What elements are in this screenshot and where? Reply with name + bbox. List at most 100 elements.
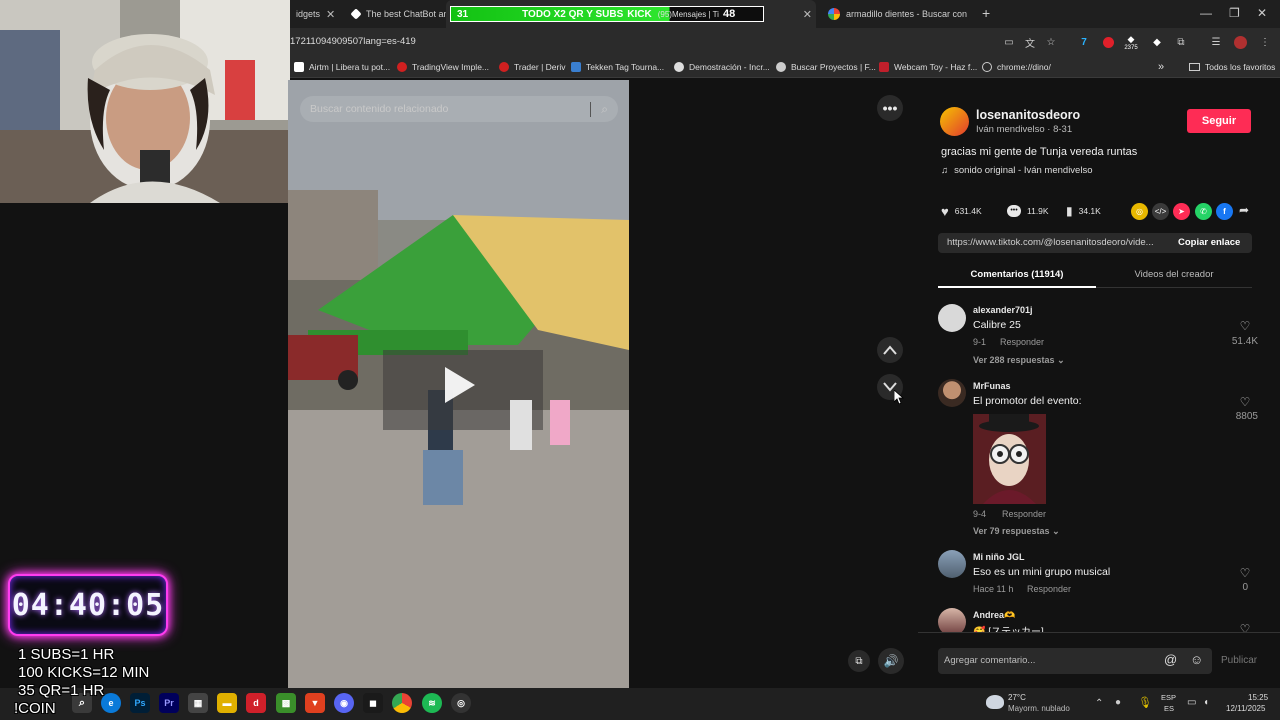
creator-avatar[interactable]: [940, 107, 969, 136]
app-icon[interactable]: ◼: [363, 693, 383, 713]
comment-button[interactable]: ••• 11.9K: [1007, 203, 1049, 219]
more-share-icon[interactable]: ➦: [1239, 203, 1249, 217]
bookmark-item[interactable]: Buscar Proyectos | F...: [776, 58, 876, 76]
comment-like-icon[interactable]: ♡: [1238, 395, 1252, 409]
bookmark-item[interactable]: Webcam Toy - Haz f...: [879, 58, 977, 76]
obs-icon[interactable]: ◎: [451, 693, 471, 713]
minimize-icon[interactable]: —: [1200, 6, 1212, 20]
profile-avatar-icon[interactable]: [1232, 34, 1248, 50]
photoshop-icon[interactable]: Ps: [130, 693, 150, 713]
restore-icon[interactable]: ❐: [1229, 6, 1240, 20]
avatar[interactable]: [938, 379, 966, 407]
bookmarks-overflow-button[interactable]: »: [1158, 58, 1164, 76]
microphone-icon[interactable]: 🎙: [1138, 696, 1152, 709]
play-icon[interactable]: [443, 365, 477, 405]
tray-app-icon[interactable]: ●: [1115, 697, 1121, 708]
sound-link[interactable]: ♫ sonido original - Iván mendivelso: [941, 165, 1092, 176]
comment-sticker-image[interactable]: [973, 414, 1046, 504]
comment-like-icon[interactable]: ♡: [1238, 622, 1252, 632]
more-options-icon[interactable]: •••: [877, 95, 903, 121]
minecraft-icon[interactable]: ▩: [276, 693, 296, 713]
cast-icon[interactable]: ▭: [1001, 34, 1017, 50]
whatsapp-icon[interactable]: ✆: [1195, 203, 1212, 220]
reply-button[interactable]: Responder: [1002, 509, 1046, 519]
menu-kebab-icon[interactable]: ⋮: [1257, 34, 1273, 50]
tab-creator-videos[interactable]: Videos del creador: [1096, 262, 1252, 288]
weather-cloud-icon[interactable]: [986, 695, 1004, 709]
extension-tv-icon[interactable]: 7: [1076, 34, 1092, 50]
comment-username[interactable]: Mi niño JGL: [973, 552, 1025, 562]
related-search-input[interactable]: Buscar contenido relacionado ⌕: [300, 96, 618, 122]
translate-icon[interactable]: 文: [1022, 34, 1038, 50]
share-coin-icon[interactable]: ◎: [1131, 203, 1148, 220]
follow-button[interactable]: Seguir: [1187, 109, 1251, 133]
tab-widgets[interactable]: idgets ✕: [288, 0, 340, 28]
show-hidden-icons-icon[interactable]: ⌃: [1095, 698, 1103, 709]
bookmark-item[interactable]: chrome://dino/: [982, 58, 1051, 76]
copy-link-button[interactable]: Copiar enlace: [1178, 237, 1240, 248]
floating-player-icon[interactable]: ⧉: [848, 650, 870, 672]
view-replies-button[interactable]: Ver 288 respuestas ⌄: [973, 355, 1065, 366]
extension-red-icon[interactable]: [1100, 34, 1116, 50]
volume-tray-icon[interactable]: ◖: [1203, 697, 1209, 708]
spotify-icon[interactable]: ≋: [422, 693, 442, 713]
search-icon[interactable]: ⌕: [590, 101, 608, 117]
creator-username[interactable]: losenanitosdeoro: [976, 108, 1080, 122]
reading-list-icon[interactable]: ☰: [1208, 34, 1224, 50]
send-to-friends-icon[interactable]: ➤: [1173, 203, 1190, 220]
close-window-icon[interactable]: ✕: [1257, 6, 1267, 20]
comment-like-icon[interactable]: ♡: [1238, 319, 1252, 333]
discord-icon[interactable]: ◉: [334, 693, 354, 713]
reply-button[interactable]: Responder: [1027, 584, 1071, 594]
brave-icon[interactable]: ▼: [305, 693, 325, 713]
comment-username[interactable]: alexander701j: [973, 305, 1033, 315]
emoji-icon[interactable]: ☺: [1190, 652, 1203, 667]
extension-badge-icon[interactable]: ◆ 2375: [1123, 34, 1139, 51]
star-icon[interactable]: ☆: [1043, 34, 1059, 50]
bookmark-item[interactable]: Tekken Tag Tourna...: [571, 58, 664, 76]
premiere-icon[interactable]: Pr: [159, 693, 179, 713]
tab-google-search[interactable]: armadillo dientes - Buscar con ✕: [820, 0, 972, 28]
video-player[interactable]: [288, 80, 629, 688]
all-bookmarks-folder[interactable]: Todos los favoritos: [1189, 58, 1275, 76]
avatar[interactable]: [938, 550, 966, 578]
tab-chatbot[interactable]: The best ChatBot and: [344, 0, 446, 28]
previous-video-icon[interactable]: [877, 337, 903, 363]
add-comment-input[interactable]: Agregar comentario... @ ☺: [938, 648, 1212, 674]
mention-icon[interactable]: @: [1164, 652, 1177, 667]
new-tab-icon[interactable]: +: [982, 5, 990, 21]
volume-icon[interactable]: 🔊: [878, 648, 904, 674]
comment-username[interactable]: MrFunas: [973, 381, 1011, 391]
save-button[interactable]: ▮ 34.1K: [1066, 203, 1101, 219]
comment-like-icon[interactable]: ♡: [1238, 566, 1252, 580]
close-tab-icon[interactable]: ✕: [803, 8, 812, 21]
deriv-taskbar-icon[interactable]: d: [246, 693, 266, 713]
share-link-text[interactable]: https://www.tiktok.com/@losenanitosdeoro…: [947, 237, 1154, 248]
url-text[interactable]: 17211094909507lang=es-419: [290, 36, 416, 47]
chrome-icon[interactable]: [392, 693, 412, 713]
close-tab-icon[interactable]: ✕: [326, 8, 335, 21]
clock-time[interactable]: 15:25: [1248, 693, 1268, 702]
store-icon[interactable]: ▦: [188, 693, 208, 713]
bookmark-item[interactable]: Trader | Deriv: [499, 58, 566, 76]
reply-button[interactable]: Responder: [1000, 337, 1044, 347]
tab-comments[interactable]: Comentarios (11914): [938, 262, 1096, 288]
network-icon[interactable]: ▭: [1187, 697, 1196, 708]
embed-code-icon[interactable]: </>: [1152, 203, 1169, 220]
extensions-puzzle-icon[interactable]: ⧉: [1173, 34, 1189, 50]
view-replies-button[interactable]: Ver 79 respuestas ⌄: [973, 526, 1060, 537]
avatar[interactable]: [938, 608, 966, 632]
file-explorer-icon[interactable]: ▬: [217, 693, 237, 713]
language-indicator[interactable]: ESP: [1161, 693, 1176, 702]
facebook-icon[interactable]: f: [1216, 203, 1233, 220]
bookmark-item[interactable]: Airtm | Libera tu pot...: [294, 58, 390, 76]
avatar[interactable]: [938, 304, 966, 332]
weather-temperature[interactable]: 27°C: [1008, 693, 1026, 702]
like-button[interactable]: ♥ 631.4K: [941, 203, 982, 219]
bookmark-item[interactable]: Demostración - Incr...: [674, 58, 770, 76]
bookmark-item[interactable]: TradingView Imple...: [397, 58, 489, 76]
publish-button[interactable]: Publicar: [1221, 655, 1257, 666]
comment-username[interactable]: Andrea🫶: [973, 610, 1015, 621]
tab-kick-active[interactable]: 31 TODO X2 QR Y SUBS KICK (95)Mensajes |…: [446, 0, 816, 28]
extension-diamond-icon[interactable]: ◆: [1149, 34, 1165, 50]
